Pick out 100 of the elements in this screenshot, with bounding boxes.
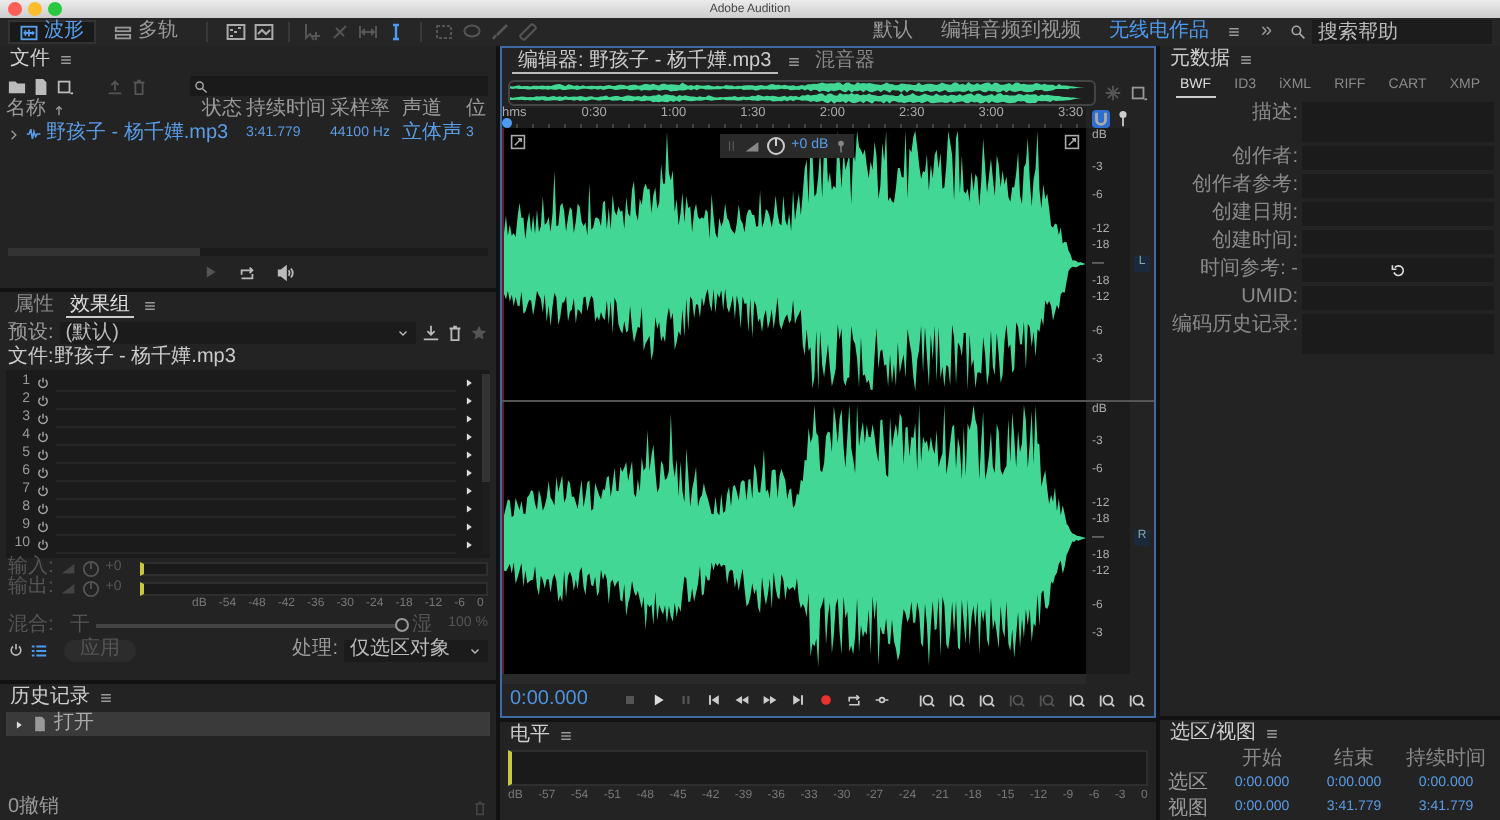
power-icon[interactable] [8, 642, 24, 658]
playhead-marker[interactable] [502, 118, 512, 128]
waveform-view-icon [20, 23, 38, 41]
document-icon [32, 716, 48, 732]
skip-forward-icon[interactable] [789, 692, 805, 708]
panel-title: 选区/视图 [1170, 721, 1256, 745]
power-icon[interactable] [36, 376, 50, 390]
column-header[interactable]: 状态 [202, 98, 246, 122]
scrollbar[interactable] [502, 674, 1086, 684]
field-label: UMID: [1239, 286, 1298, 310]
workspace-tab[interactable]: 编辑音频到视频 [930, 20, 1091, 44]
workspace-tab[interactable]: 默认 [862, 20, 923, 44]
panel-icon[interactable] [56, 77, 74, 95]
view-tab[interactable]: 波形 [8, 20, 96, 44]
row-label: 视图 [1168, 797, 1210, 820]
spectrum-icon[interactable] [226, 22, 246, 42]
preset-label: 预设: [8, 321, 54, 345]
speaker-icon[interactable] [276, 263, 294, 281]
panel-tab[interactable]: 效果组 [66, 293, 134, 319]
gain-icon [743, 138, 760, 154]
menu-icon[interactable] [1263, 725, 1280, 742]
column-header[interactable]: 位 [466, 98, 486, 122]
pin-icon[interactable] [1114, 109, 1132, 127]
slider-thumb[interactable] [394, 617, 409, 631]
menu-icon[interactable] [98, 690, 114, 706]
record-icon[interactable] [817, 692, 833, 708]
rewind-icon[interactable] [733, 692, 749, 708]
column-header[interactable]: 持续时间 [246, 98, 330, 122]
skip-icon[interactable] [873, 692, 889, 708]
field-label: 编码历史记录: [1170, 314, 1298, 338]
pitch-icon[interactable] [254, 22, 274, 42]
power-icon[interactable] [36, 466, 50, 480]
field-label: 创作者: [1230, 146, 1298, 170]
power-icon[interactable] [36, 394, 50, 408]
loop-icon[interactable] [238, 263, 256, 281]
field-label: 创建日期: [1210, 202, 1298, 226]
column-header[interactable]: 采样率 [330, 98, 402, 122]
power-icon[interactable] [36, 538, 50, 552]
preset-dropdown[interactable]: (默认) [59, 322, 416, 344]
zoom-corner-icon[interactable] [510, 134, 526, 150]
panel-title: 电平 [510, 724, 550, 748]
file-label: 文件:野孩子 - 杨千嬅.mp3 [8, 346, 236, 370]
history-item[interactable]: 打开 [6, 712, 490, 736]
time-display: 0:00.000 [510, 688, 590, 712]
folder-icon[interactable] [8, 77, 26, 95]
view-tab[interactable]: 多轨 [104, 20, 188, 44]
trash-icon[interactable] [446, 324, 464, 342]
preset-value: (默认) [65, 321, 119, 345]
text-field[interactable] [1302, 258, 1494, 282]
loop-icon[interactable] [845, 692, 861, 708]
column-header[interactable]: 声道 [402, 98, 466, 122]
multitrack-icon [114, 23, 132, 41]
process-dropdown[interactable]: 仅选区对象 [344, 639, 488, 661]
play-icon[interactable] [649, 692, 665, 708]
search-field[interactable] [190, 76, 488, 96]
pin-icon[interactable] [834, 139, 849, 153]
chevron-icon[interactable] [6, 127, 20, 141]
menu-icon[interactable] [1238, 52, 1254, 68]
sort-icon[interactable] [51, 103, 65, 117]
field-label: 描述: [1250, 102, 1298, 126]
menu-icon[interactable] [1226, 24, 1243, 40]
document-icon[interactable] [32, 77, 50, 95]
search-icon [1290, 24, 1306, 40]
panel-title: 文件 [10, 48, 50, 72]
grip-icon[interactable] [725, 140, 738, 152]
fast-forward-icon[interactable] [761, 692, 777, 708]
list-icon[interactable] [30, 641, 48, 659]
process-value: 仅选区对象 [350, 638, 450, 662]
editor-tab[interactable]: 混音器 [809, 49, 882, 75]
workspace-tab[interactable]: 无线电作品 [1098, 20, 1219, 44]
magnet-icon[interactable] [1091, 109, 1109, 127]
panel-title: 元数据 [1170, 48, 1230, 72]
zoom-corner-icon[interactable] [1064, 134, 1080, 150]
search-icon [194, 79, 208, 93]
editor-tab[interactable]: 编辑器: 野孩子 - 杨千嬅.mp3 [512, 49, 778, 75]
power-icon[interactable] [36, 484, 50, 498]
menu-icon[interactable] [142, 298, 158, 314]
menu-icon[interactable] [58, 52, 74, 68]
skip-back-icon[interactable] [705, 692, 721, 708]
reset-icon[interactable] [1390, 262, 1406, 278]
column-header[interactable]: 名称 [6, 98, 46, 122]
search-field[interactable]: 搜索帮助 [1312, 20, 1492, 44]
power-icon[interactable] [36, 430, 50, 444]
overflow-button[interactable]: » [1250, 20, 1282, 44]
panel-tab[interactable]: 属性 [10, 293, 58, 319]
panel-icon[interactable] [1130, 83, 1148, 101]
status-text: 0撤销 [8, 795, 60, 819]
star-icon[interactable] [470, 324, 488, 342]
file-name[interactable]: 野孩子 - 杨千嬅.mp3 [46, 122, 229, 146]
menu-icon[interactable] [558, 728, 574, 744]
column-header: 开始 [1240, 747, 1284, 771]
table-cell-text: 立体声 [402, 122, 464, 146]
row-label: 选区 [1168, 772, 1210, 796]
download-icon[interactable] [422, 324, 440, 342]
menu-icon[interactable] [785, 54, 802, 70]
power-icon[interactable] [36, 412, 50, 426]
power-icon[interactable] [36, 502, 50, 516]
process-label: 处理: [292, 638, 338, 662]
power-icon[interactable] [36, 448, 50, 462]
power-icon[interactable] [36, 520, 50, 534]
